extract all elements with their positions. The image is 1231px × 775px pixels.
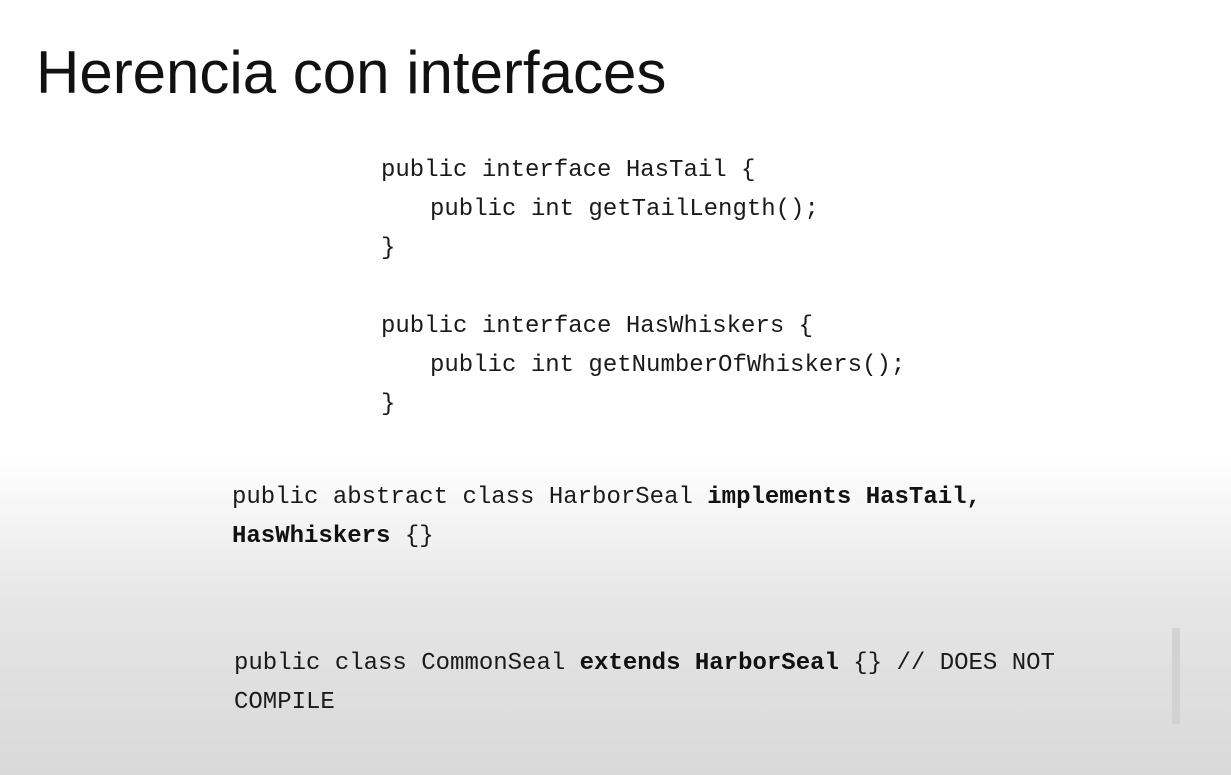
code-line: public int getTailLength(); [430, 196, 819, 223]
code-text: public class CommonSeal [234, 650, 580, 677]
code-line: public class CommonSeal extends HarborSe… [234, 649, 1055, 679]
slide-title: Herencia con interfaces [36, 39, 667, 106]
code-text: public abstract class HarborSeal [232, 484, 708, 511]
code-line: public interface HasTail { [381, 157, 756, 184]
code-line: public interface HasWhiskers { [381, 313, 814, 340]
code-comment: {} // DOES NOT [838, 650, 1055, 677]
slide-edge-shadow [1172, 628, 1180, 724]
code-keyword-bold: HasWhiskers [232, 523, 391, 550]
code-keyword-bold: extends HarborSeal [579, 650, 839, 677]
code-line: } [381, 235, 396, 262]
code-keyword-bold: implements HasTail, [707, 484, 981, 511]
code-line: COMPILE [234, 689, 335, 716]
code-line: HasWhiskers {} [232, 522, 434, 552]
code-text: {} [390, 523, 434, 550]
slide: { "slide": { "title": "Herencia con inte… [0, 0, 1231, 775]
code-line: } [381, 391, 396, 418]
code-line: public abstract class HarborSeal impleme… [232, 483, 981, 513]
code-line: public int getNumberOfWhiskers(); [430, 352, 906, 379]
